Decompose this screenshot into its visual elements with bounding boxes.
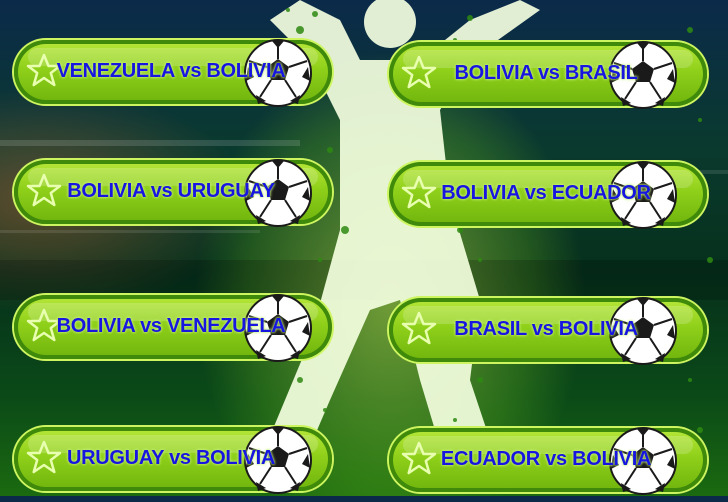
match-label: BOLIVIA vs BRASIL	[454, 61, 638, 84]
match-button[interactable]: BOLIVIA vs URUGUAY	[10, 158, 340, 230]
match-label: BOLIVIA vs URUGUAY	[67, 179, 275, 202]
match-button[interactable]: BRASIL vs BOLIVIA	[385, 296, 715, 368]
match-label: VENEZUELA vs BOLIVIA	[56, 59, 286, 82]
match-button[interactable]: ECUADOR vs BOLIVIA	[385, 426, 715, 498]
match-button[interactable]: BOLIVIA vs VENEZUELA	[10, 293, 340, 365]
match-label: URUGUAY vs BOLIVIA	[67, 446, 275, 469]
match-button[interactable]: URUGUAY vs BOLIVIA	[10, 425, 340, 497]
match-label: BOLIVIA vs VENEZUELA	[56, 314, 286, 337]
match-label: BOLIVIA vs ECUADOR	[441, 181, 651, 204]
match-label: ECUADOR vs BOLIVIA	[440, 447, 652, 470]
game-menu-screen: { "matches": [ {"label": "VENEZUELA vs B…	[0, 0, 728, 496]
match-button[interactable]: BOLIVIA vs BRASIL	[385, 40, 715, 112]
match-button[interactable]: BOLIVIA vs ECUADOR	[385, 160, 715, 232]
match-label: BRASIL vs BOLIVIA	[454, 317, 638, 340]
match-button[interactable]: VENEZUELA vs BOLIVIA	[10, 38, 340, 110]
